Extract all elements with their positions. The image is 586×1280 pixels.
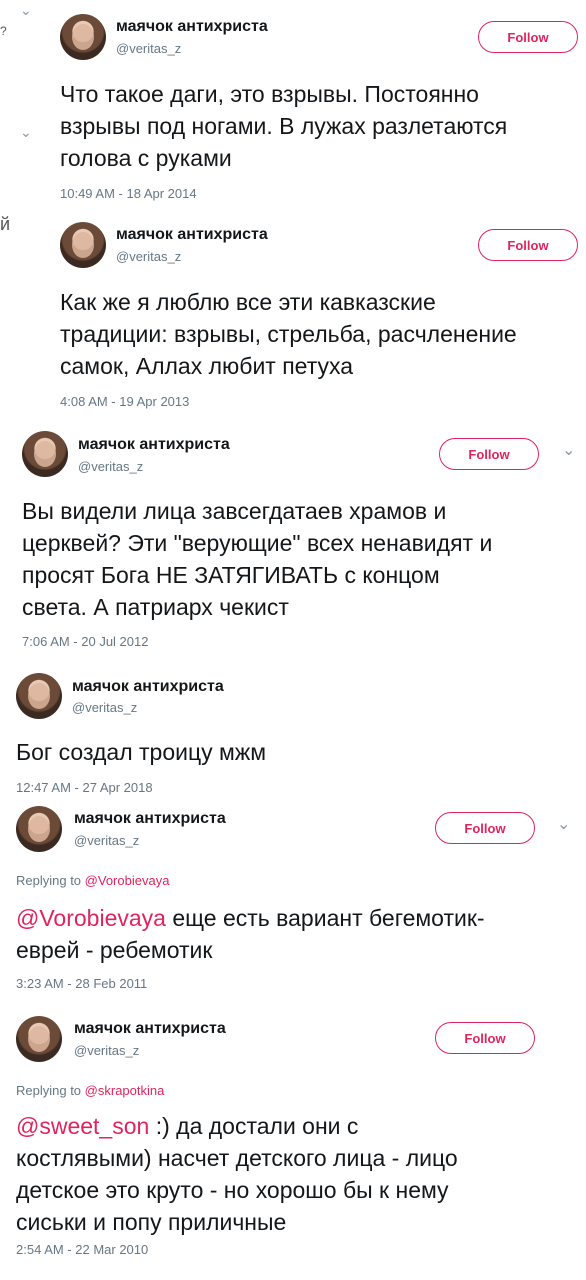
tweet: маячок антихриста @veritas_z Бог создал … (0, 660, 586, 800)
mention-link[interactable]: @Vorobievaya (85, 873, 170, 888)
timestamp[interactable]: 3:23 AM - 28 Feb 2011 (16, 976, 147, 991)
timestamp[interactable]: 4:08 AM - 19 Apr 2013 (60, 394, 189, 409)
chevron-down-icon[interactable]: ⌄ (562, 440, 575, 460)
user-handle[interactable]: @veritas_z (116, 249, 181, 264)
user-handle[interactable]: @veritas_z (72, 700, 137, 715)
display-name[interactable]: маячок антихриста (78, 436, 230, 454)
tweet: маячок антихриста @veritas_z Follow Что … (0, 0, 586, 210)
timestamp[interactable]: 7:06 AM - 20 Jul 2012 (22, 634, 148, 649)
avatar[interactable] (16, 806, 62, 852)
user-handle[interactable]: @veritas_z (74, 1043, 139, 1058)
avatar[interactable] (60, 14, 106, 60)
tweet: маячок антихриста @veritas_z Follow Repl… (0, 1010, 586, 1280)
display-name[interactable]: маячок антихриста (74, 1020, 226, 1038)
mention-link[interactable]: @sweet_son (16, 1113, 149, 1139)
user-handle[interactable]: @veritas_z (74, 833, 139, 848)
display-name[interactable]: маячок антихриста (74, 810, 226, 828)
follow-button[interactable]: Follow (478, 229, 578, 261)
tweet-text: @Vorobievaya еще есть вариант бегемотик-… (16, 905, 485, 963)
display-name[interactable]: маячок антихриста (116, 18, 268, 36)
follow-button[interactable]: Follow (435, 1022, 535, 1054)
follow-button[interactable]: Follow (478, 21, 578, 53)
follow-button[interactable]: Follow (439, 438, 539, 470)
avatar[interactable] (16, 673, 62, 719)
tweet-text: Бог создал троицу мжм (16, 739, 267, 765)
tweet: маячок антихриста @veritas_z Follow Как … (0, 210, 586, 420)
user-handle[interactable]: @veritas_z (116, 41, 181, 56)
mention-link[interactable]: @skrapotkina (85, 1083, 165, 1098)
tweet-text: Что такое даги, это взрывы. Постоянно вз… (60, 81, 508, 171)
follow-button[interactable]: Follow (435, 812, 535, 844)
avatar[interactable] (60, 222, 106, 268)
chevron-down-icon[interactable]: ⌄ (557, 814, 570, 834)
timestamp[interactable]: 10:49 AM - 18 Apr 2014 (60, 186, 197, 201)
replying-to: Replying to @Vorobievaya (16, 873, 170, 888)
display-name[interactable]: маячок антихриста (116, 226, 268, 244)
mention-link[interactable]: @Vorobievaya (16, 905, 166, 931)
replying-to: Replying to @skrapotkina (16, 1083, 165, 1098)
tweet-text: Как же я люблю все эти кавказские традиц… (60, 289, 517, 379)
tweet: маячок антихриста @veritas_z Follow ⌄ Re… (0, 800, 586, 1010)
timestamp[interactable]: 12:47 AM - 27 Apr 2018 (16, 780, 153, 795)
user-handle[interactable]: @veritas_z (78, 459, 143, 474)
tweet: маячок антихриста @veritas_z Follow ⌄ Вы… (0, 420, 586, 660)
tweet-text: Вы видели лица завсегдатаев храмов и цер… (22, 498, 493, 620)
avatar[interactable] (16, 1016, 62, 1062)
avatar[interactable] (22, 431, 68, 477)
timestamp[interactable]: 2:54 AM - 22 Mar 2010 (16, 1242, 148, 1257)
display-name[interactable]: маячок антихриста (72, 678, 224, 696)
tweet-text: @sweet_son :) да достали они с костлявым… (16, 1113, 458, 1235)
